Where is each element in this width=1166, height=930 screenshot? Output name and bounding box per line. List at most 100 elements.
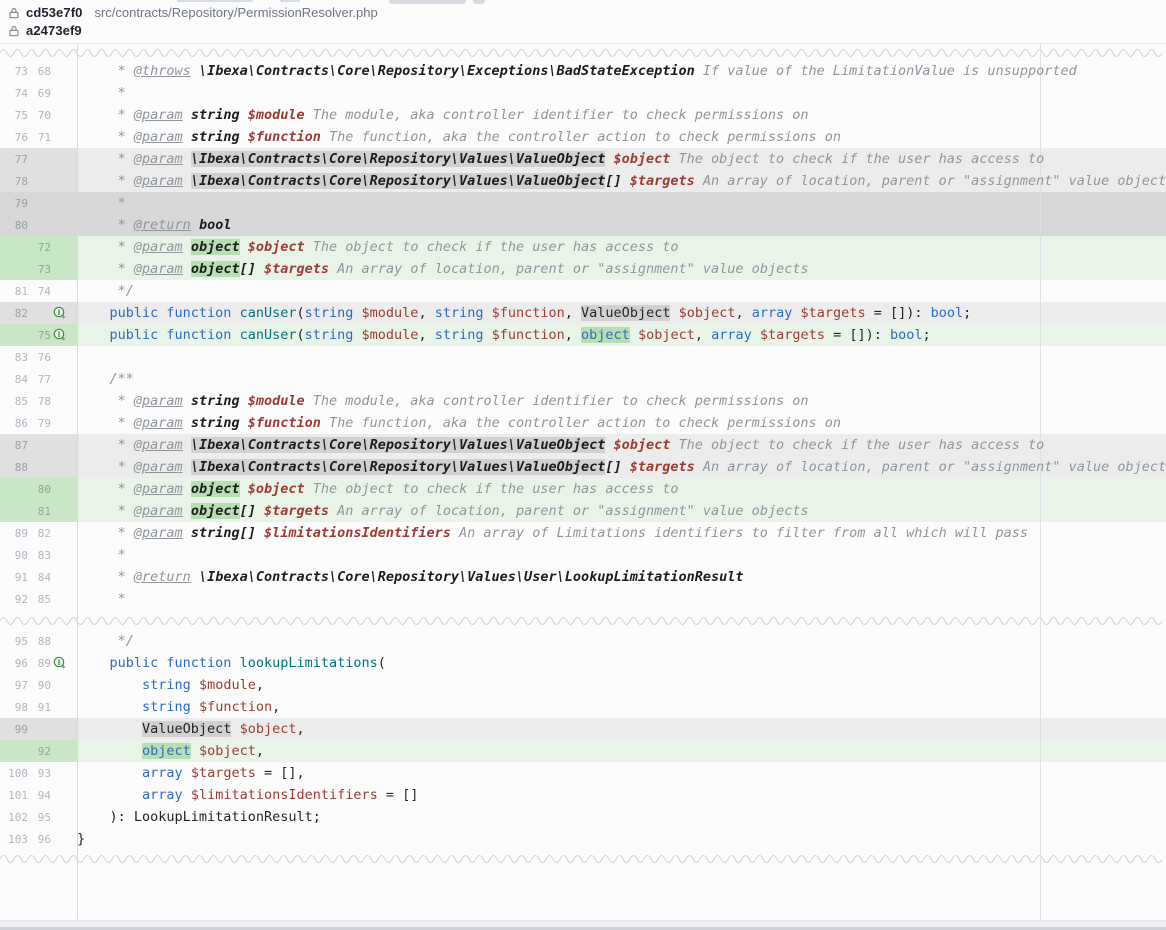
code-text[interactable]: string $module, <box>77 674 1166 696</box>
code-text[interactable]: /** <box>77 368 1166 390</box>
code-text[interactable]: * @return bool <box>77 214 1166 236</box>
code-text[interactable]: */ <box>77 630 1166 652</box>
code-text[interactable]: ValueObject $object, <box>77 718 1166 740</box>
code-text[interactable]: ): LookupLimitationResult; <box>77 806 1166 828</box>
line-number-new: 95 <box>30 811 51 824</box>
collapsed-region-separator[interactable] <box>0 610 1166 630</box>
line-number-old: 99 <box>3 723 28 736</box>
line-number-new: 77 <box>30 373 51 386</box>
implemented-method-icon[interactable]: I <box>53 328 67 342</box>
commit-hash-new[interactable]: a2473ef9 <box>26 23 82 38</box>
file-path: src/contracts/Repository/PermissionResol… <box>94 5 377 20</box>
gutter: 75I <box>0 324 77 346</box>
diff-line: 10194 array $limitationsIdentifiers = [] <box>0 784 1166 806</box>
line-number-new: 82 <box>30 527 51 540</box>
collapsed-region-separator[interactable] <box>0 44 1166 60</box>
diff-line: 9184 * @return \Ibexa\Contracts\Core\Rep… <box>0 566 1166 588</box>
line-number-old: 97 <box>3 679 28 692</box>
diff-line: 72 * @param object $object The object to… <box>0 236 1166 258</box>
code-text[interactable]: * <box>77 544 1166 566</box>
gutter: 9588 <box>0 630 77 652</box>
code-text[interactable]: public function canUser(string $module, … <box>77 302 1166 324</box>
diff-line: 9689I public function lookupLimitations( <box>0 652 1166 674</box>
diff-line: 88 * @param \Ibexa\Contracts\Core\Reposi… <box>0 456 1166 478</box>
diff-line: 80 * @return bool <box>0 214 1166 236</box>
diff-line: 9790 string $module, <box>0 674 1166 696</box>
code-text[interactable]: public function lookupLimitations( <box>77 652 1166 674</box>
diff-editor: 7368 * @throws \Ibexa\Contracts\Core\Rep… <box>0 44 1166 920</box>
code-text[interactable]: * @param string $function The function, … <box>77 412 1166 434</box>
implemented-method-icon[interactable]: I <box>53 306 67 320</box>
diff-line: 7368 * @throws \Ibexa\Contracts\Core\Rep… <box>0 60 1166 82</box>
diff-line: 9285 * <box>0 588 1166 610</box>
diff-line: 10295 ): LookupLimitationResult; <box>0 806 1166 828</box>
code-text[interactable]: * @param \Ibexa\Contracts\Core\Repositor… <box>77 170 1166 192</box>
gutter: 10295 <box>0 806 77 828</box>
gutter: 9083 <box>0 544 77 566</box>
line-number-old: 75 <box>3 109 28 122</box>
code-text[interactable]: object $object, <box>77 740 1166 762</box>
code-text[interactable]: * @param object[] $targets An array of l… <box>77 500 1166 522</box>
code-text[interactable]: array $targets = [], <box>77 762 1166 784</box>
gutter: 8174 <box>0 280 77 302</box>
gutter: 79 <box>0 192 77 214</box>
code-text[interactable]: * @param string $module The module, aka … <box>77 104 1166 126</box>
line-number-old: 92 <box>3 593 28 606</box>
line-number-new: 72 <box>30 241 51 254</box>
gutter: 9790 <box>0 674 77 696</box>
line-number-new: 85 <box>30 593 51 606</box>
gutter: 8679 <box>0 412 77 434</box>
collapsed-region-separator[interactable] <box>0 850 1166 866</box>
gutter: 7671 <box>0 126 77 148</box>
diff-line: 8578 * @param string $module The module,… <box>0 390 1166 412</box>
gutter: 9689I <box>0 652 77 674</box>
diff-line: 9891 string $function, <box>0 696 1166 718</box>
code-text[interactable] <box>77 346 1166 368</box>
line-number-old: 79 <box>3 197 28 210</box>
code-text[interactable]: array $limitationsIdentifiers = [] <box>77 784 1166 806</box>
commit-hash-old[interactable]: cd53e7f0 <box>26 5 82 20</box>
gutter: 7570 <box>0 104 77 126</box>
code-text[interactable]: * @param object $object The object to ch… <box>77 478 1166 500</box>
line-number-new: 75 <box>30 329 51 342</box>
line-number-new: 92 <box>30 745 51 758</box>
code-text[interactable]: * @param string[] $limitationsIdentifier… <box>77 522 1166 544</box>
line-number-new: 73 <box>30 263 51 276</box>
code-text[interactable]: * @param object[] $targets An array of l… <box>77 258 1166 280</box>
line-number-new: 80 <box>30 483 51 496</box>
code-text[interactable]: * @param \Ibexa\Contracts\Core\Repositor… <box>77 434 1166 456</box>
code-text[interactable]: * @param string $function The function, … <box>77 126 1166 148</box>
diff-line: 10396} <box>0 828 1166 850</box>
code-text[interactable]: } <box>77 828 1166 850</box>
implemented-method-icon[interactable]: I <box>53 656 67 670</box>
code-text[interactable]: * <box>77 192 1166 214</box>
line-number-new: 93 <box>30 767 51 780</box>
line-number-old: 91 <box>3 571 28 584</box>
gutter: 10093 <box>0 762 77 784</box>
line-number-new: 70 <box>30 109 51 122</box>
gutter: 72 <box>0 236 77 258</box>
gutter: 88 <box>0 456 77 478</box>
diff-line: 99 ValueObject $object, <box>0 718 1166 740</box>
diff-line: 8376 <box>0 346 1166 368</box>
code-text[interactable]: public function canUser(string $module, … <box>77 324 1166 346</box>
top-edge-artifact <box>389 0 466 4</box>
code-text[interactable]: * @return \Ibexa\Contracts\Core\Reposito… <box>77 566 1166 588</box>
code-text[interactable]: * @param \Ibexa\Contracts\Core\Repositor… <box>77 148 1166 170</box>
code-text[interactable]: * <box>77 588 1166 610</box>
gutter: 80 <box>0 214 77 236</box>
line-number-old: 90 <box>3 549 28 562</box>
code-text[interactable]: * @param string $module The module, aka … <box>77 390 1166 412</box>
editor-empty-area <box>0 866 1166 924</box>
diff-line: 82I public function canUser(string $modu… <box>0 302 1166 324</box>
line-number-old: 95 <box>3 635 28 648</box>
code-text[interactable]: string $function, <box>77 696 1166 718</box>
diff-line: 81 * @param object[] $targets An array o… <box>0 500 1166 522</box>
code-text[interactable]: * <box>77 82 1166 104</box>
code-text[interactable]: * @param \Ibexa\Contracts\Core\Repositor… <box>77 456 1166 478</box>
code-text[interactable]: */ <box>77 280 1166 302</box>
gutter: 87 <box>0 434 77 456</box>
code-text[interactable]: * @param object $object The object to ch… <box>77 236 1166 258</box>
gutter: 9184 <box>0 566 77 588</box>
code-text[interactable]: * @throws \Ibexa\Contracts\Core\Reposito… <box>77 60 1166 82</box>
